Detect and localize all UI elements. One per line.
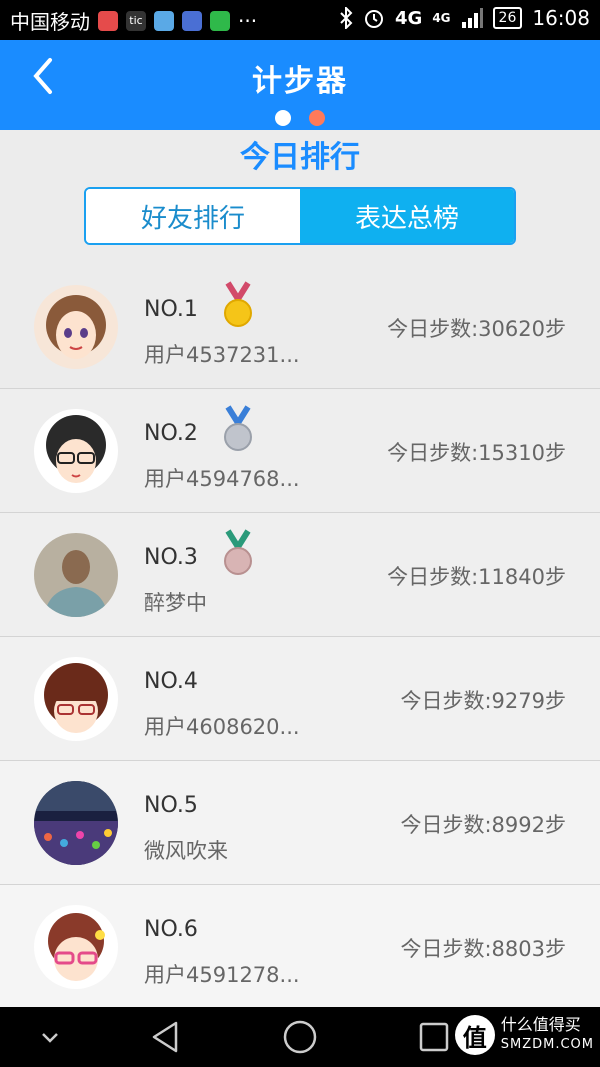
system-nav-bar: 值 什么值得买 SMZDM.COM [0, 1007, 600, 1067]
page-title: 计步器 [252, 64, 348, 99]
silver-medal-icon [224, 405, 252, 451]
list-item[interactable]: NO.1 用户4537231... 今日步数:30620步 [0, 265, 600, 389]
wechat-app-icon [210, 10, 230, 31]
bronze-medal-icon [224, 529, 252, 575]
network-type-label: 4G [395, 7, 423, 29]
avatar [34, 533, 118, 617]
clock-app-icon [154, 10, 174, 31]
avatar [34, 285, 118, 369]
rank-label: NO.6 [144, 917, 198, 942]
user-name: 用户4537231... [144, 343, 300, 367]
list-item[interactable]: NO.3 醉梦中 今日步数:11840步 [0, 513, 600, 637]
watermark-line1: 什么值得买 [500, 1015, 581, 1034]
tic-app-icon: tic [126, 10, 146, 31]
user-name: 用户4591278... [144, 963, 300, 987]
status-bar: 中国移动 tic ··· 4G 4G 26 16:08 [0, 0, 600, 40]
page-dot-inactive[interactable] [309, 110, 325, 126]
health-app-icon [182, 10, 202, 31]
home-circle-icon[interactable] [280, 1017, 320, 1057]
avatar [34, 905, 118, 989]
watermark-line2: SMZDM.COM [500, 1037, 594, 1052]
page-dot-active[interactable] [275, 110, 291, 126]
rank-label: NO.1 [144, 297, 198, 322]
user-name: 用户4594768... [144, 467, 300, 491]
list-item[interactable]: NO.5 微风吹来 今日步数:8992步 [0, 761, 600, 885]
tab-friends-ranking[interactable]: 好友排行 [86, 189, 300, 243]
user-name: 醉梦中 [144, 591, 207, 615]
signal-icon [461, 8, 483, 28]
avatar [34, 409, 118, 493]
step-count: 今日步数:30620步 [387, 317, 566, 341]
page-indicator [0, 110, 600, 126]
rank-label: NO.2 [144, 421, 198, 446]
ranking-tabs: 好友排行 表达总榜 [84, 187, 516, 245]
section-title: 今日排行 [240, 140, 360, 175]
rank-label: NO.5 [144, 793, 198, 818]
list-item[interactable]: NO.6 用户4591278... 今日步数:8803步 [0, 885, 600, 1007]
avatar [34, 657, 118, 741]
rank-label: NO.4 [144, 669, 198, 694]
list-item[interactable]: NO.2 用户4594768... 今日步数:15310步 [0, 389, 600, 513]
user-name: 微风吹来 [144, 839, 228, 863]
step-count: 今日步数:8803步 [400, 937, 566, 961]
battery-icon: 26 [492, 7, 523, 29]
chevron-down-icon[interactable] [30, 1017, 70, 1057]
step-count: 今日步数:9279步 [400, 689, 566, 713]
bluetooth-icon [340, 7, 353, 29]
network-type-label-2: 4G [432, 11, 451, 25]
tab-overall-ranking[interactable]: 表达总榜 [300, 189, 514, 243]
app-bar: 计步器 [0, 40, 600, 130]
user-name: 用户4608620... [144, 715, 300, 739]
alarm-icon [365, 10, 384, 28]
rank-label: NO.3 [144, 545, 198, 570]
step-count: 今日步数:11840步 [387, 565, 566, 589]
back-triangle-icon[interactable] [146, 1017, 186, 1057]
clock-time: 16:08 [532, 6, 590, 30]
step-count: 今日步数:8992步 [400, 813, 566, 837]
list-item[interactable]: NO.4 用户4608620... 今日步数:9279步 [0, 637, 600, 761]
ranking-list[interactable]: NO.1 用户4537231... 今日步数:30620步 NO.2 用户459… [0, 265, 600, 1007]
watermark-logo-icon: 值 [454, 1015, 495, 1055]
more-notifications-icon: ··· [238, 8, 258, 33]
gold-medal-icon [224, 281, 252, 327]
avatar [34, 781, 118, 865]
step-count: 今日步数:15310步 [387, 441, 566, 465]
carrier-label: 中国移动 [10, 10, 90, 34]
calendar-app-icon [98, 10, 118, 31]
recents-square-icon[interactable] [414, 1017, 454, 1057]
watermark: 值 什么值得买 SMZDM.COM [454, 1015, 594, 1055]
